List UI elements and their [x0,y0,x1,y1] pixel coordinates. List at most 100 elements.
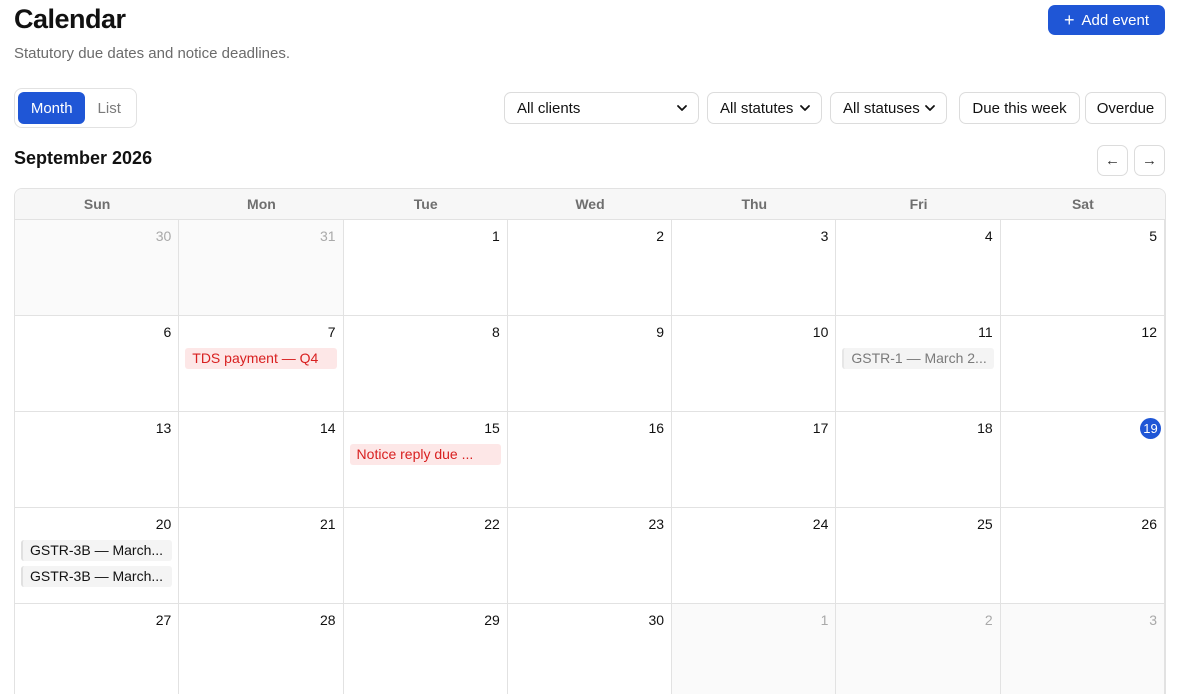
day-cell[interactable]: 30 [15,220,180,316]
day-cell[interactable]: 16 [507,412,673,508]
weekday-label: Thu [741,196,768,212]
day-cell[interactable]: 20 GSTR-3B — March... GSTR-3B — March... [15,508,180,604]
day-cell[interactable]: 6 [15,316,180,412]
calendar-event[interactable]: GSTR-3B — March... [21,540,173,561]
statutes-select[interactable]: All statutes [707,92,822,124]
calendar-event[interactable]: GSTR-3B — March... [21,566,173,587]
day-cell[interactable]: 8 [343,316,508,412]
calendar-event[interactable]: TDS payment — Q4 [185,348,337,369]
day-cell[interactable]: 13 [15,412,180,508]
day-cell[interactable]: 21 [179,508,344,604]
day-number: 1 [492,228,500,244]
statuses-select-value: All statuses [843,99,920,117]
add-event-button[interactable]: + Add event [1048,5,1165,35]
day-number: 9 [656,324,665,340]
day-number: 4 [984,228,993,244]
day-cell[interactable]: 25 [836,508,1001,604]
day-cell[interactable]: 2 [836,604,1001,694]
day-number: 12 [1141,324,1157,340]
prev-month-button[interactable]: ← [1097,145,1128,176]
day-number: 14 [319,420,336,436]
calendar-grid: Sun Mon Tue Wed Thu Fri Sat 30 31 1 2 3 4 5 6 7 T… [14,188,1166,694]
clients-select-value: All clients [517,99,581,117]
day-number: 6 [163,324,172,340]
day-cell[interactable]: 12 [1000,316,1165,412]
next-month-button[interactable]: → [1134,145,1165,176]
day-cell[interactable]: 11 GSTR-1 — March 2... [836,316,1001,412]
day-cell[interactable]: 18 [836,412,1001,508]
add-event-label: Add event [1081,11,1150,29]
day-number: 10 [812,324,829,340]
day-cell[interactable]: 17 [672,412,837,508]
weekday-label: Tue [413,196,438,212]
day-cell[interactable]: 23 [507,508,673,604]
weekday-label: Mon [247,196,276,212]
view-toggle: Month List [14,88,137,128]
day-cell[interactable]: 15 Notice reply due ... [343,412,508,508]
chevron-down-icon [800,105,810,111]
page-title: Calendar [14,4,126,34]
day-number: 21 [319,516,336,532]
day-number: 3 [1149,612,1157,628]
day-number: 29 [484,612,500,628]
day-cell[interactable]: 9 [507,316,673,412]
arrow-right-icon: → [1142,152,1157,169]
weekday-label: Wed [575,196,605,212]
overdue-button[interactable]: Overdue [1085,92,1166,124]
day-number: 5 [1149,228,1157,244]
day-cell[interactable]: 19 [1000,412,1165,508]
statuses-select[interactable]: All statuses [830,92,947,124]
day-number: 31 [319,228,336,244]
day-number: 13 [155,420,172,436]
day-number: 24 [812,516,829,532]
today-badge: 19 [1140,418,1161,439]
weekday-label: Sun [83,196,111,212]
day-cell[interactable]: 7 TDS payment — Q4 [179,316,344,412]
day-number: 17 [812,420,829,436]
day-number: 2 [984,612,993,628]
day-cell[interactable]: 26 [1000,508,1165,604]
day-number: 30 [648,612,665,628]
day-cell[interactable]: 3 [672,220,837,316]
day-cell[interactable]: 10 [672,316,837,412]
view-month-button[interactable]: Month [18,92,86,124]
month-label: September 2026 [14,148,153,168]
day-cell[interactable]: 31 [179,220,344,316]
due-this-week-button[interactable]: Due this week [959,92,1080,124]
view-list-button[interactable]: List [85,92,133,124]
day-cell[interactable]: 28 [179,604,344,694]
chevron-down-icon [677,105,687,111]
day-number: 1 [820,612,829,628]
weekday-label: Fri [909,196,928,212]
day-cell[interactable]: 24 [672,508,837,604]
chevron-down-icon [925,105,935,111]
day-number: 3 [820,228,829,244]
calendar-event[interactable]: Notice reply due ... [349,444,501,465]
day-cell[interactable]: 30 [507,604,673,694]
day-cell[interactable]: 14 [179,412,344,508]
day-number: 8 [492,324,500,340]
arrow-left-icon: ← [1105,152,1120,169]
day-number: 25 [977,516,993,532]
day-cell[interactable]: 27 [15,604,180,694]
day-number: 7 [327,324,336,340]
day-number: 11 [978,324,993,340]
calendar-event[interactable]: GSTR-1 — March 2... [842,348,994,369]
day-cell[interactable]: 22 [343,508,508,604]
day-cell[interactable]: 29 [343,604,508,694]
day-number: 27 [155,612,172,628]
statutes-select-value: All statutes [720,99,794,117]
weekday-header: Sun Mon Tue Wed Thu Fri Sat [15,189,1165,220]
day-number: 20 [155,516,172,532]
weekday-label: Sat [1071,196,1094,212]
day-cell[interactable]: 5 [1000,220,1165,316]
day-cell[interactable]: 3 [1000,604,1165,694]
clients-select[interactable]: All clients [504,92,699,124]
day-number: 2 [656,228,665,244]
day-cell[interactable]: 4 [836,220,1001,316]
day-cell[interactable]: 1 [343,220,508,316]
day-cell[interactable]: 2 [507,220,673,316]
day-cell[interactable]: 1 [672,604,837,694]
day-number: 16 [648,420,665,436]
day-number: 15 [484,420,500,436]
